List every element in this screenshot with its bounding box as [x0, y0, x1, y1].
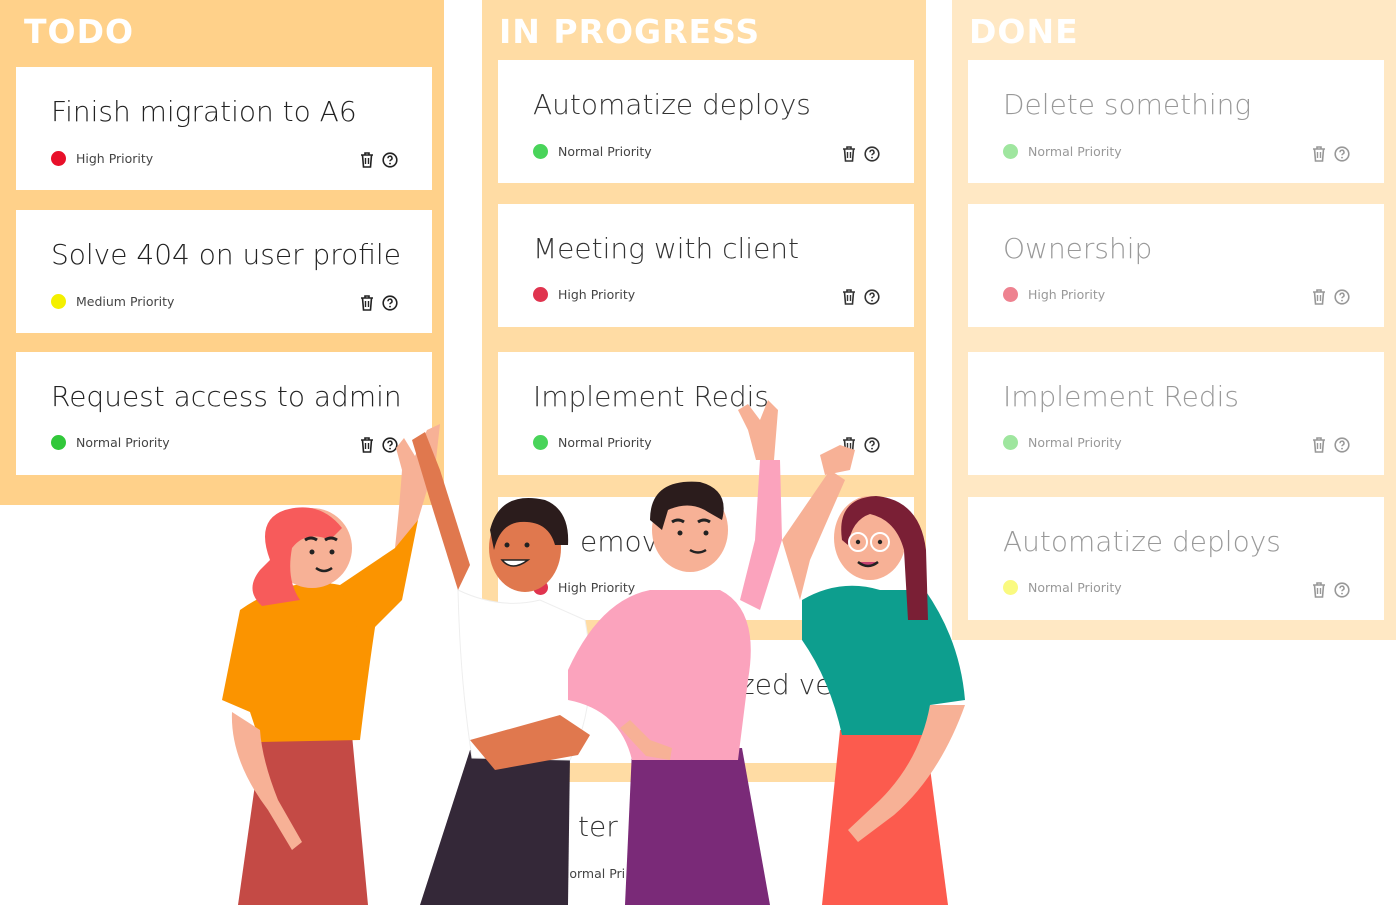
person-orange-shirt [222, 424, 440, 905]
person-teal-shirt [782, 445, 965, 905]
person-white-shirt [412, 432, 591, 905]
person-pink-shirt [568, 400, 782, 905]
team-high-five-illustration [222, 400, 965, 905]
